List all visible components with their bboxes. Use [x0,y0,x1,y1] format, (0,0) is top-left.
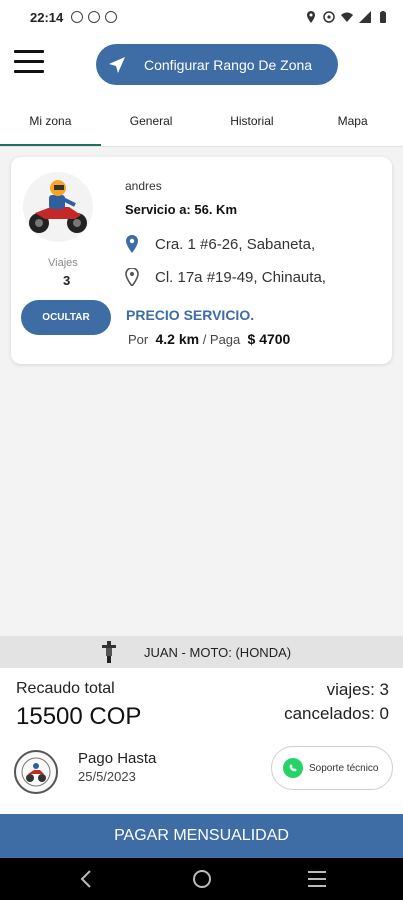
pay-monthly-button[interactable]: PAGAR MENSUALIDAD [0,814,403,858]
home-icon[interactable] [193,870,211,888]
service-distance: Servicio a: 56. Km [125,202,237,217]
trips-label: Viajes [48,257,78,269]
do-not-disturb-icon [71,11,84,23]
configure-zone-label: Configurar Rango De Zona [144,56,313,73]
paga-label: / Paga [202,332,241,347]
motorcycle-front-icon [102,641,116,663]
status-time: 22:14 [30,9,64,25]
trips-count: 3 [63,273,71,288]
system-navigation-bar [0,858,403,900]
moto-logo-icon [21,757,51,787]
configure-zone-button[interactable]: Configurar Rango De Zona [96,44,338,85]
back-icon[interactable] [78,869,96,889]
location-icon [307,11,315,23]
price-heading: PRECIO SERVICIO. [126,307,255,323]
whatsapp-icon [283,758,303,778]
pickup-address-text: Cra. 1 #6-26, Sabaneta, [155,235,316,253]
hide-button[interactable]: OCULTAR [21,300,111,335]
navigation-arrow-icon [109,56,125,73]
tab-general[interactable]: General [101,96,202,146]
wifi-icon [341,12,353,22]
driver-name: andres [125,179,162,193]
tabs-divider [0,146,403,147]
pay-until-date: 25/5/2023 [78,769,136,784]
dropoff-pin-icon [125,268,139,286]
tech-support-button[interactable]: Soporte técnico [271,746,393,790]
tab-mi-zona[interactable]: Mi zona [0,96,101,146]
dropoff-address: Cl. 17a #19-49, Chinauta, [125,268,326,286]
app-bar: Configurar Rango De Zona [0,34,403,96]
pickup-address: Cra. 1 #6-26, Sabaneta, [125,235,315,253]
android-status-icon [105,11,118,23]
status-bar: 22:14 [0,0,403,34]
hamburger-menu-icon[interactable] [14,50,44,76]
status-notification-icons [71,11,118,23]
vehicle-description: JUAN - MOTO: (HONDA) [144,644,292,660]
tech-support-label: Soporte técnico [309,762,379,774]
trips-stat: viajes: 3 [326,680,389,699]
pay-until-label: Pago Hasta [78,750,157,767]
total-collected-value: 15500 COP [16,703,142,730]
motorcycle-rider-icon [29,180,87,233]
por-label: Por [128,332,149,347]
total-collected-label: Recaudo total [16,680,115,697]
hotspot-icon [323,11,335,23]
cancelled-stat: cancelados: 0 [284,704,389,723]
trip-distance: 4.2 km [155,331,200,347]
pickup-pin-icon [126,235,138,253]
dropoff-address-text: Cl. 17a #19-49, Chinauta, [155,268,326,286]
recents-icon[interactable] [308,871,326,887]
earnings-summary: Recaudo total 15500 COP viajes: 3 cancel… [0,668,403,814]
service-request-card: Viajes 3 OCULTAR andres Servicio a: 56. … [11,157,392,364]
battery-icon [380,11,386,23]
signal-icon [359,11,371,23]
tab-mapa[interactable]: Mapa [302,96,403,146]
company-logo [14,750,58,794]
service-price: $ 4700 [247,331,291,347]
driver-avatar [23,172,93,242]
price-line: Por 4.2 km / Paga $ 4700 [128,331,290,347]
vehicle-info-bar: JUAN - MOTO: (HONDA) [0,636,403,668]
tab-bar: Mi zona General Historial Mapa [0,96,403,146]
tab-historial[interactable]: Historial [202,96,303,146]
settings-status-icon [88,11,101,23]
